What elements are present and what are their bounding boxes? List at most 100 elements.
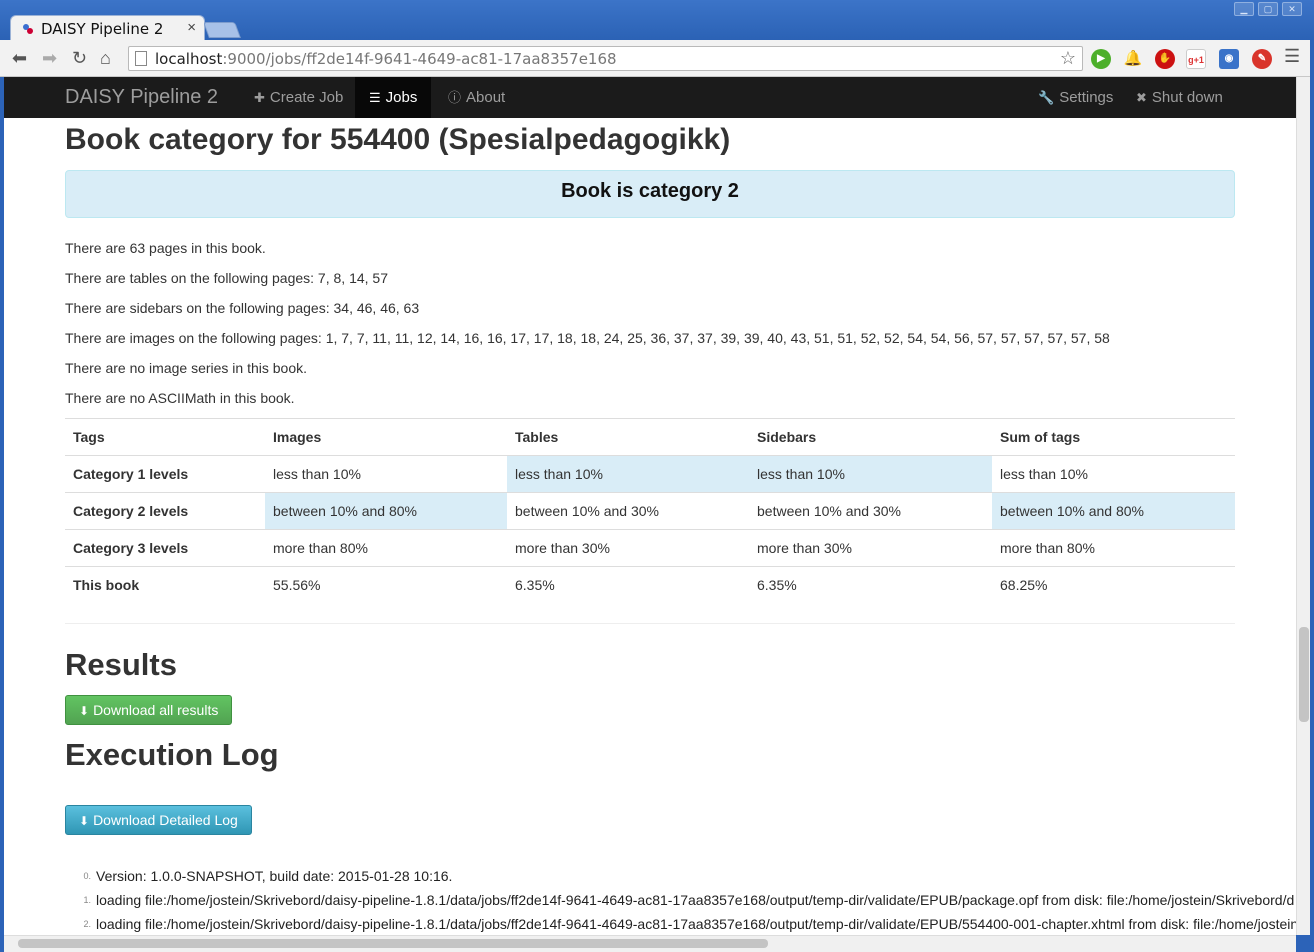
- page-icon: [135, 51, 147, 66]
- column-header: Tags: [65, 418, 265, 456]
- list-item: 1. loading file:/home/jostein/Skrivebord…: [65, 892, 1296, 916]
- browser-titlebar: DAISY Pipeline 2 × ▁ ▢ ✕: [0, 0, 1314, 41]
- nav-create-job-label: Create Job: [269, 89, 344, 106]
- list-icon: ☰: [369, 90, 381, 105]
- google-plus-icon[interactable]: g+1: [1186, 49, 1206, 69]
- table-cell: between 10% and 80%: [265, 492, 507, 530]
- download-icon: ⬇: [79, 704, 90, 718]
- stop-extension-icon[interactable]: ✋: [1155, 49, 1175, 69]
- log-line-text: Version: 1.0.0-SNAPSHOT, build date: 201…: [96, 868, 453, 884]
- tab-title: DAISY Pipeline 2: [41, 20, 164, 38]
- window-frame: [1310, 40, 1314, 952]
- table-cell: 55.56%: [265, 566, 507, 604]
- brand[interactable]: DAISY Pipeline 2: [65, 86, 218, 109]
- download-detailed-log-label: Download Detailed Log: [93, 812, 238, 828]
- log-line-text: loading file:/home/jostein/Skrivebord/da…: [96, 916, 1296, 932]
- menu-icon[interactable]: ☰: [1284, 46, 1300, 67]
- close-window-icon[interactable]: ✕: [1282, 2, 1302, 16]
- table-cell: 6.35%: [507, 566, 749, 604]
- plus-icon: ✚: [254, 90, 265, 105]
- category-levels-table: Tags Images Tables Sidebars Sum of tags …: [65, 418, 1235, 604]
- tab-close-icon[interactable]: ×: [187, 19, 196, 36]
- horizontal-scrollbar[interactable]: [4, 935, 1296, 952]
- image-series-text: There are no image series in this book.: [65, 360, 308, 376]
- log-line-number: 0.: [83, 871, 91, 881]
- nav-shut-down[interactable]: ✖ Shut down: [1122, 77, 1237, 118]
- wrench-icon: 🔧: [1038, 90, 1055, 105]
- maximize-icon[interactable]: ▢: [1258, 2, 1278, 16]
- table-cell: Category 1 levels: [65, 455, 265, 493]
- table-row: Category 2 levels between 10% and 80% be…: [65, 492, 1235, 530]
- browser-toolbar: ⬅ ➡ ↻ ⌂ localhost:9000/jobs/ff2de14f-964…: [0, 40, 1314, 77]
- forward-icon[interactable]: ➡: [42, 48, 57, 69]
- minimize-icon[interactable]: ▁: [1234, 2, 1254, 16]
- list-item: 0. Version: 1.0.0-SNAPSHOT, build date: …: [65, 868, 1296, 892]
- table-cell: between 10% and 80%: [992, 492, 1235, 530]
- download-all-results-label: Download all results: [93, 702, 219, 718]
- daisy-favicon-icon: [23, 24, 33, 34]
- vertical-scrollbar[interactable]: [1296, 77, 1310, 935]
- address-bar[interactable]: localhost:9000/jobs/ff2de14f-9641-4649-a…: [128, 46, 1083, 71]
- table-cell: more than 30%: [749, 529, 992, 567]
- new-tab-button[interactable]: [203, 22, 241, 38]
- nav-settings-label: Settings: [1059, 89, 1114, 106]
- camera-extension-icon[interactable]: ◉: [1219, 49, 1239, 69]
- table-cell: between 10% and 30%: [507, 492, 749, 530]
- log-line-number: 2.: [83, 919, 91, 929]
- nav-jobs[interactable]: ☰ Jobs: [355, 77, 432, 118]
- column-header: Sidebars: [749, 418, 992, 456]
- scrollbar-thumb[interactable]: [1299, 627, 1309, 722]
- tables-pages-text: There are tables on the following pages:…: [65, 270, 388, 286]
- notification-extension-icon[interactable]: ✎: [1252, 49, 1272, 69]
- execution-log-heading: Execution Log: [65, 737, 279, 772]
- app-navbar: DAISY Pipeline 2 ✚ Create Job ☰ Jobs ⓘ Abou…: [4, 77, 1296, 118]
- scrollbar-thumb[interactable]: [18, 939, 768, 948]
- sidebars-pages-text: There are sidebars on the following page…: [65, 300, 420, 316]
- nav-jobs-label: Jobs: [385, 89, 418, 106]
- pages-count-text: There are 63 pages in this book.: [65, 240, 266, 256]
- browser-tab[interactable]: DAISY Pipeline 2 ×: [10, 15, 205, 41]
- table-cell: This book: [65, 566, 265, 604]
- table-cell: less than 10%: [265, 455, 507, 493]
- table-cell: more than 80%: [992, 529, 1235, 567]
- table-cell: more than 80%: [265, 529, 507, 567]
- table-cell: Category 3 levels: [65, 529, 265, 567]
- table-cell: less than 10%: [507, 455, 749, 493]
- play-extension-icon[interactable]: ▶: [1091, 49, 1111, 69]
- info-icon: ⓘ: [448, 90, 462, 105]
- nav-create-job[interactable]: ✚ Create Job: [240, 77, 357, 118]
- category-alert: Book is category 2: [65, 170, 1235, 218]
- bell-icon[interactable]: 🔔: [1123, 49, 1143, 69]
- home-icon[interactable]: ⌂: [100, 48, 111, 69]
- table-cell: 68.25%: [992, 566, 1235, 604]
- asciimath-text: There are no ASCIIMath in this book.: [65, 390, 295, 406]
- nav-about[interactable]: ⓘ About: [434, 77, 519, 118]
- execution-log-list: 0. Version: 1.0.0-SNAPSHOT, build date: …: [65, 868, 1296, 935]
- page-viewport: DAISY Pipeline 2 ✚ Create Job ☰ Jobs ⓘ Abou…: [4, 77, 1296, 935]
- reload-icon[interactable]: ↻: [72, 48, 87, 69]
- column-header: Images: [265, 418, 507, 456]
- nav-shut-down-label: Shut down: [1151, 89, 1223, 106]
- table-cell: less than 10%: [992, 455, 1235, 493]
- log-line-number: 1.: [83, 895, 91, 905]
- table-cell: more than 30%: [507, 529, 749, 567]
- back-icon[interactable]: ⬅: [12, 48, 27, 69]
- table-cell: 6.35%: [749, 566, 992, 604]
- log-line-text: loading file:/home/jostein/Skrivebord/da…: [96, 892, 1295, 908]
- table-row: Category 1 levels less than 10% less tha…: [65, 455, 1235, 493]
- table-cell: less than 10%: [749, 455, 992, 493]
- table-row: Category 3 levels more than 80% more tha…: [65, 529, 1235, 567]
- download-icon: ⬇: [79, 814, 90, 828]
- download-all-results-button[interactable]: ⬇ Download all results: [65, 695, 233, 725]
- category-alert-text: Book is category 2: [561, 180, 739, 202]
- divider: [65, 623, 1235, 624]
- bookmark-star-icon[interactable]: ☆: [1060, 48, 1076, 69]
- images-pages-text: There are images on the following pages:…: [65, 330, 1110, 346]
- download-detailed-log-button[interactable]: ⬇ Download Detailed Log: [65, 805, 252, 835]
- table-cell: between 10% and 30%: [749, 492, 992, 530]
- nav-about-label: About: [466, 89, 506, 106]
- nav-settings[interactable]: 🔧 Settings: [1024, 77, 1127, 118]
- window-controls: ▁ ▢ ✕: [1234, 2, 1302, 16]
- results-heading: Results: [65, 647, 177, 682]
- table-row: This book 55.56% 6.35% 6.35% 68.25%: [65, 566, 1235, 604]
